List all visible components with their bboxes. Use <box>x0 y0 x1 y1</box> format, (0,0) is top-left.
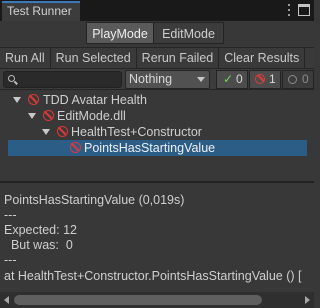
mode-toggle: PlayMode EditMode <box>86 22 224 44</box>
detail-line: But was: 0 <box>4 238 73 252</box>
filter-row: Nothing ✓ 0 1 0 <box>0 69 314 90</box>
test-tree: TDD Avatar Health EditMode.dll HealthTes… <box>0 90 314 180</box>
dropdown-value: Nothing <box>129 72 173 86</box>
search-icon <box>8 75 15 82</box>
kebab-menu-icon[interactable] <box>286 3 292 17</box>
failed-icon <box>43 110 54 121</box>
failed-icon <box>28 94 39 105</box>
scroll-left-icon[interactable] <box>4 296 9 304</box>
chevron-down-icon <box>197 77 205 82</box>
category-filter-dropdown[interactable]: Nothing <box>125 70 210 89</box>
tree-item-tdd-avatar-health[interactable]: TDD Avatar Health <box>0 92 314 108</box>
rerun-failed-button[interactable]: Rerun Failed <box>137 48 220 68</box>
detail-line: at HealthTest+Constructor.PointsHasStart… <box>4 269 302 283</box>
window-titlebar: Test Runner <box>0 0 314 21</box>
tree-item-label: PointsHasStartingValue <box>84 141 216 155</box>
editmode-tab[interactable]: EditMode <box>154 22 224 44</box>
detail-line: --- <box>4 208 17 222</box>
test-details-pane: PointsHasStartingValue (0,019s) --- Expe… <box>0 183 314 308</box>
tree-item-label: EditMode.dll <box>57 109 126 123</box>
checkmark-icon: ✓ <box>223 72 234 86</box>
tree-item-label: HealthTest+Constructor <box>71 125 202 139</box>
expand-arrow-icon[interactable] <box>13 97 21 103</box>
skipped-count: 0 <box>302 72 309 86</box>
tree-item-label: TDD Avatar Health <box>43 93 147 107</box>
failed-icon <box>57 126 68 137</box>
skipped-filter-toggle[interactable]: 0 <box>282 70 314 89</box>
failed-icon <box>255 74 265 84</box>
playmode-tab[interactable]: PlayMode <box>86 22 154 44</box>
detail-line: --- <box>4 253 17 267</box>
tree-item-healthtest-constructor[interactable]: HealthTest+Constructor <box>0 124 314 140</box>
scroll-right-icon[interactable] <box>305 296 310 304</box>
run-selected-button[interactable]: Run Selected <box>51 48 137 68</box>
search-input[interactable] <box>3 71 122 88</box>
scrollbar-thumb[interactable] <box>14 295 262 305</box>
expand-arrow-icon[interactable] <box>42 129 50 135</box>
passed-filter-toggle[interactable]: ✓ 0 <box>216 70 248 89</box>
detail-line: PointsHasStartingValue (0,019s) <box>4 193 185 207</box>
window-controls <box>286 2 310 18</box>
run-all-button[interactable]: Run All <box>0 48 51 68</box>
tree-item-editmode-dll[interactable]: EditMode.dll <box>0 108 314 124</box>
failed-filter-toggle[interactable]: 1 <box>249 70 281 89</box>
passed-count: 0 <box>236 72 243 86</box>
horizontal-scrollbar[interactable] <box>0 292 314 308</box>
failed-icon <box>70 142 81 153</box>
toolbar: Run All Run Selected Rerun Failed Clear … <box>0 47 314 69</box>
skipped-icon <box>288 75 297 84</box>
maximize-icon[interactable] <box>298 4 310 16</box>
window-tab[interactable]: Test Runner <box>2 1 80 21</box>
detail-line: Expected: 12 <box>4 223 77 237</box>
failed-count: 1 <box>269 72 276 86</box>
clear-results-button[interactable]: Clear Results <box>219 48 306 68</box>
window-tab-title: Test Runner <box>7 4 72 18</box>
tree-item-pointshasstartingvalue[interactable]: PointsHasStartingValue <box>8 140 307 156</box>
expand-arrow-icon[interactable] <box>28 113 36 119</box>
